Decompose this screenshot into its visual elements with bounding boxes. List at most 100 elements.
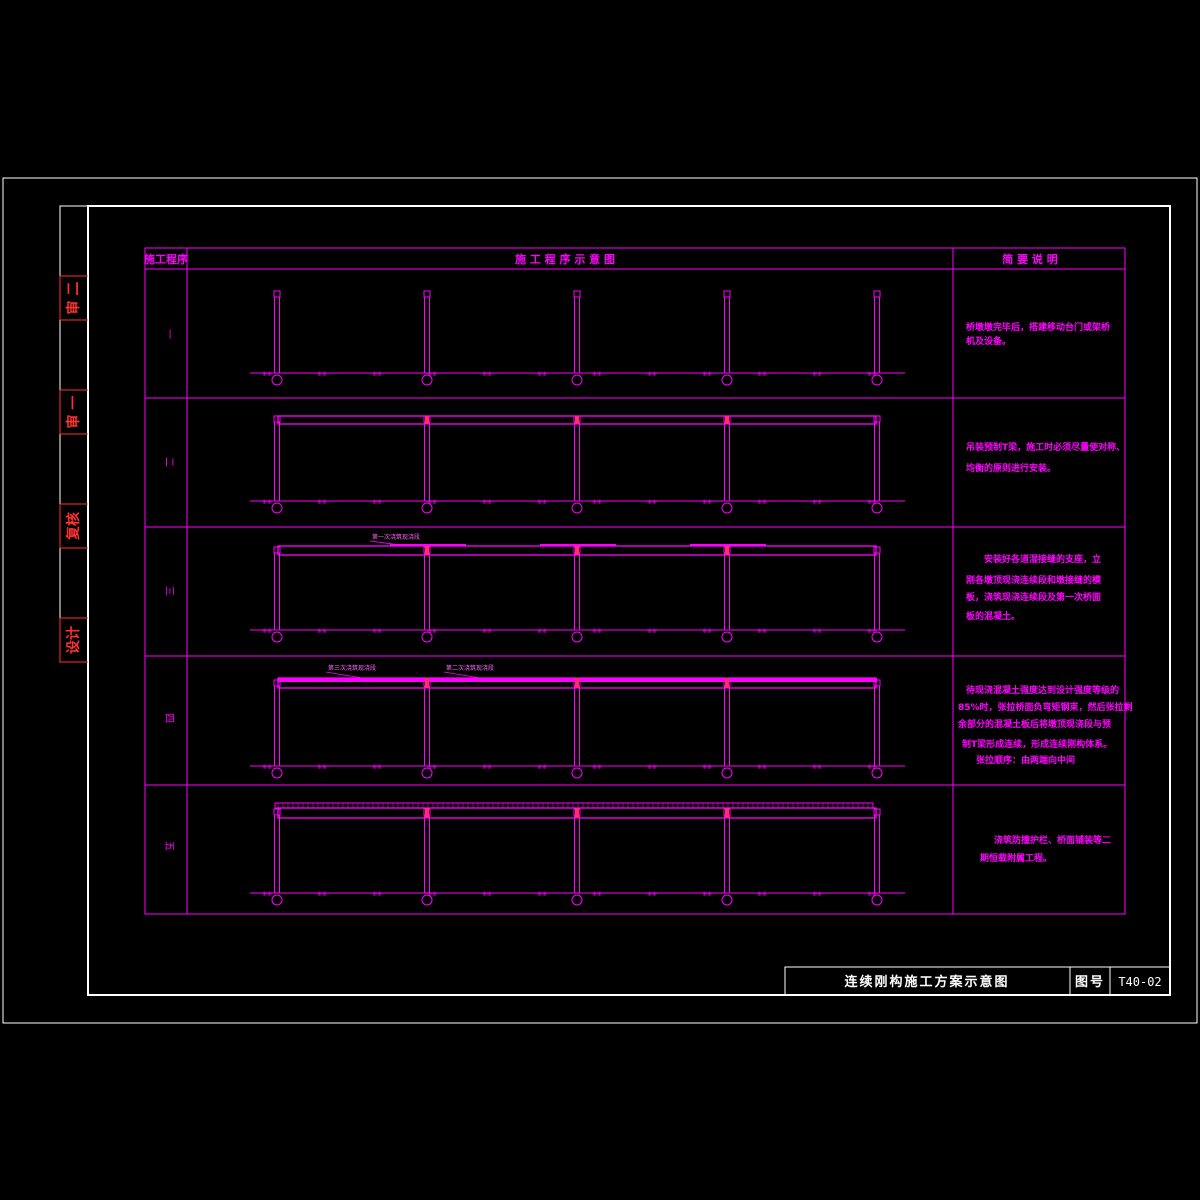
wet-joint: [425, 546, 429, 555]
pier-row1-3: [574, 296, 580, 374]
wet-joint: [575, 416, 579, 424]
pier-row2-3: [574, 421, 580, 502]
pier-cap: [873, 808, 881, 816]
ground-hatch: ※※: [757, 764, 767, 771]
svg-text:吊装预制T梁，施工时必须尽量使对称、: 吊装预制T梁，施工时必须尽量使对称、: [966, 441, 1125, 453]
wet-joint: [425, 808, 429, 818]
pier-row3-1: [274, 552, 280, 631]
ground-hatch: ※※: [262, 371, 272, 378]
girder-row5-span4: [727, 807, 877, 819]
pier-row2-2: [424, 421, 430, 502]
header-notes: 简 要 说 明: [1002, 252, 1058, 266]
header-diagram: 施 工 程 序 示 意 图: [515, 252, 615, 266]
girder-row3-span2: [427, 545, 577, 556]
pier-cap: [273, 808, 281, 816]
notes-row-2: 吊装预制T梁，施工时必须尽量使对称、 均衡的原则进行安装。: [966, 441, 1125, 474]
ground-hatch: ※※: [317, 499, 327, 506]
step-label-4: 四: [163, 713, 174, 723]
pier-row4-1: [274, 685, 280, 767]
ground-hatch: ※※: [427, 499, 437, 506]
pier-number-circle: [721, 502, 733, 514]
pier-row4-2: [424, 685, 430, 767]
pier-number-circle: [571, 631, 583, 643]
pier-cap: [423, 290, 431, 298]
pier-row2-1: [274, 421, 280, 502]
pier-row4-5: [874, 685, 880, 767]
pour-label-row4-second: 第二次浇筑现浇段: [446, 664, 494, 672]
pier-row1-1: [274, 296, 280, 374]
ground-hatch: ※※: [867, 371, 877, 378]
ground-hatch: ※※: [427, 891, 437, 898]
ground-hatch: ※※: [372, 628, 382, 635]
pier-row5-4: [724, 814, 730, 894]
pier-row5-5: [874, 814, 880, 894]
ground-hatch: ※※: [537, 891, 547, 898]
ground-hatch: ※※: [427, 628, 437, 635]
pier-cap: [273, 290, 281, 298]
wet-joint: [575, 678, 579, 688]
step-label-5: 五: [163, 841, 174, 851]
pier-number-circle: [721, 767, 733, 779]
ground-hatch: ※※: [757, 891, 767, 898]
svg-text:制T梁形成连续，形成连续刚构体系。: 制T梁形成连续，形成连续刚构体系。: [962, 738, 1112, 750]
ground-hatch: ※※: [537, 764, 547, 771]
pier-row3-4: [724, 552, 730, 631]
ground-hatch: ※※: [372, 499, 382, 506]
wet-joint: [575, 808, 579, 818]
ground-hatch: ※※: [647, 499, 657, 506]
pier-row1-2: [424, 296, 430, 374]
wet-joint: [725, 546, 729, 555]
drawing-no-label: 图号: [1075, 975, 1105, 990]
notes-row-3: 安装好各道湿接缝的支座，立 刚各墩顶现浇连续段和墩接缝的模 板，浇筑现浇连续段及…: [966, 553, 1102, 622]
ground-hatch: ※※: [317, 764, 327, 771]
pier-cap: [873, 415, 881, 423]
wet-joint: [725, 416, 729, 424]
ground-hatch: ※※: [702, 628, 712, 635]
pier-number-circle: [721, 631, 733, 643]
ground-hatch: ※※: [812, 891, 822, 898]
pier-row1-5: [874, 296, 880, 374]
pier-row4-3: [574, 685, 580, 767]
ground-hatch: ※※: [647, 764, 657, 771]
ground-hatch: ※※: [757, 499, 767, 506]
pier-cap: [723, 290, 731, 298]
ground-hatch: ※※: [482, 764, 492, 771]
girder-row3-span3: [577, 545, 727, 556]
ground-hatch: ※※: [812, 764, 822, 771]
svg-text:待现浇混凝土强度达到设计强度等级的: 待现浇混凝土强度达到设计强度等级的: [966, 684, 1119, 696]
svg-text:均衡的原则进行安装。: 均衡的原则进行安装。: [966, 462, 1056, 474]
svg-text:机及设备。: 机及设备。: [966, 335, 1011, 347]
svg-text:余部分的混凝土板后将墩顶现浇段与预: 余部分的混凝土板后将墩顶现浇段与预: [957, 718, 1111, 730]
svg-text:浇筑防撞护栏、桥面铺装等二: 浇筑防撞护栏、桥面铺装等二: [994, 834, 1111, 846]
notes-row-1: 桥墩墩完毕后，搭建移动台门或架桥 机及设备。: [966, 321, 1111, 347]
svg-text:刚各墩顶现浇连续段和墩接缝的模: 刚各墩顶现浇连续段和墩接缝的模: [966, 574, 1102, 586]
ground-hatch: ※※: [262, 499, 272, 506]
girder-row2-span2: [427, 415, 577, 425]
ground-hatch: ※※: [317, 628, 327, 635]
svg-text:板的混凝土。: 板的混凝土。: [966, 610, 1020, 622]
pier-number-circle: [271, 374, 283, 386]
ground-hatch: ※※: [482, 499, 492, 506]
svg-text:安装好各道湿接缝的支座，立: 安装好各道湿接缝的支座，立: [984, 553, 1101, 565]
ground-hatch: ※※: [702, 371, 712, 378]
girder-row3-span4: [727, 545, 877, 556]
svg-text:85%时，张拉桥面负弯矩钢束，然后张拉剩: 85%时，张拉桥面负弯矩钢束，然后张拉剩: [958, 701, 1133, 713]
ground-hatch: ※※: [592, 628, 602, 635]
ground-hatch: ※※: [647, 628, 657, 635]
ground-hatch: ※※: [702, 499, 712, 506]
procedure-diagrams: ※※ ※※ ※※ ※※ ※※ ※※ ※※ ※※ ※※ ※※ ※※ ※※ ※※ ※※ ※※ ※※ ※※ ※※ ※※ ※※…: [250, 290, 905, 906]
ground-hatch: ※※: [262, 628, 272, 635]
pier-cap: [573, 290, 581, 298]
drawing-sheet: 审 二 审 一 复核 设计 施工程序 施 工 程 序 示 意 图 简 要 说 明…: [2, 177, 1198, 1024]
pier-number-circle: [271, 502, 283, 514]
ground-hatch: ※※: [317, 891, 327, 898]
wet-joint: [425, 416, 429, 424]
pier-row5-2: [424, 814, 430, 894]
pier-cap: [873, 290, 881, 298]
ground-hatch: ※※: [372, 891, 382, 898]
ground-hatch: ※※: [592, 764, 602, 771]
ground-hatch: ※※: [372, 371, 382, 378]
pier-number-circle: [571, 502, 583, 514]
ground-hatch: ※※: [537, 628, 547, 635]
girder-row2-span1: [277, 415, 427, 425]
